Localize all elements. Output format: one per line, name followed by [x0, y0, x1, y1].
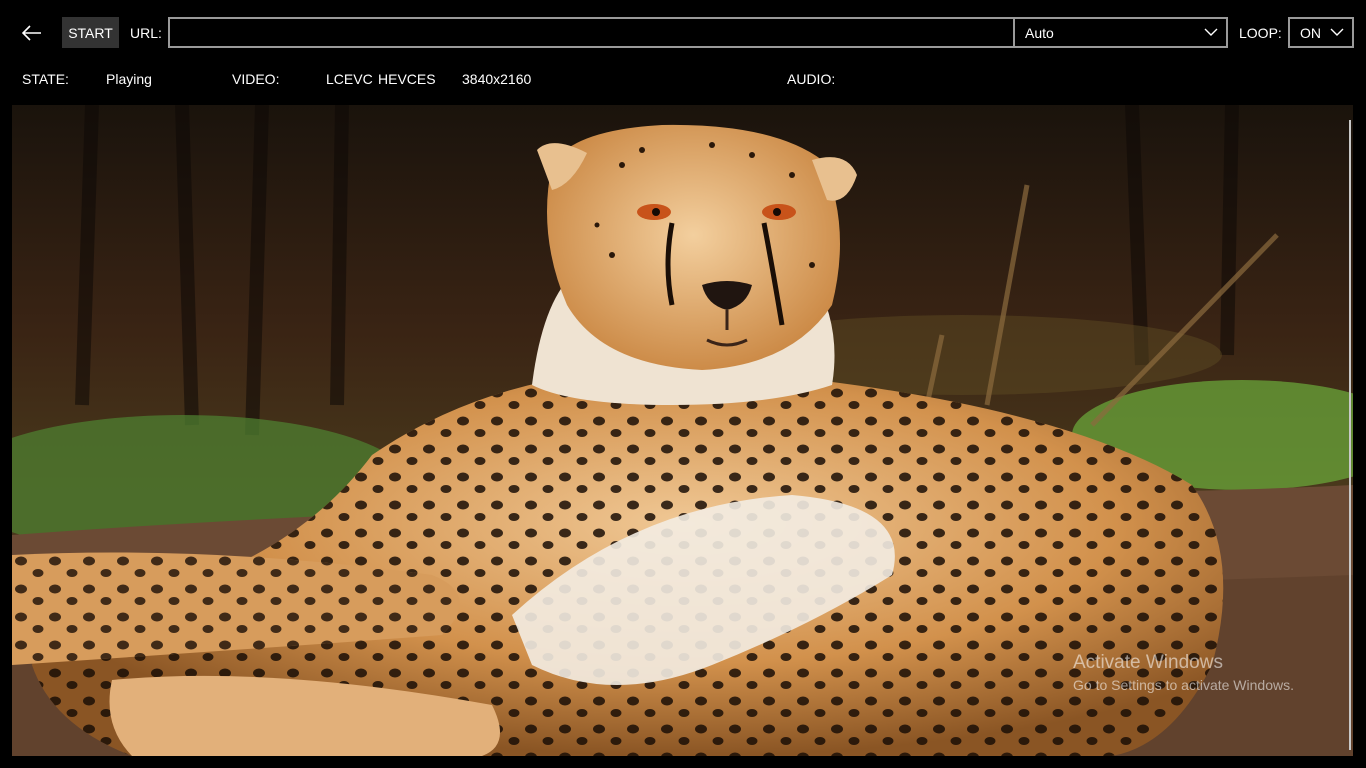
video-label: VIDEO: — [232, 71, 280, 87]
url-input[interactable] — [168, 17, 1018, 48]
quality-select-value: Auto — [1025, 24, 1054, 41]
watermark-title: Activate Windows — [1073, 652, 1223, 673]
activate-windows-watermark: Activate Windows Go to Settings to activ… — [1073, 652, 1294, 693]
loop-select-value: ON — [1300, 24, 1321, 41]
chevron-down-icon — [1204, 28, 1218, 36]
watermark-subtitle: Go to Settings to activate Windows. — [1073, 677, 1294, 693]
quality-select[interactable]: Auto — [1013, 17, 1228, 48]
loop-select[interactable]: ON — [1288, 17, 1354, 48]
arrow-left-icon — [22, 25, 41, 41]
state-value: Playing — [106, 71, 152, 87]
loop-label: LOOP: — [1239, 25, 1282, 41]
video-codec-lcevc: LCEVC — [326, 71, 373, 87]
video-resolution: 3840x2160 — [462, 71, 532, 87]
start-button[interactable]: START — [62, 17, 119, 48]
state-label: STATE: — [22, 71, 69, 87]
chevron-down-icon — [1330, 28, 1344, 36]
audio-label: AUDIO: — [787, 71, 836, 87]
url-label: URL: — [130, 25, 162, 41]
video-codec-hevc: HEVCES — [378, 71, 436, 87]
vertical-scrollbar[interactable] — [1349, 120, 1351, 750]
back-button[interactable] — [18, 20, 46, 46]
